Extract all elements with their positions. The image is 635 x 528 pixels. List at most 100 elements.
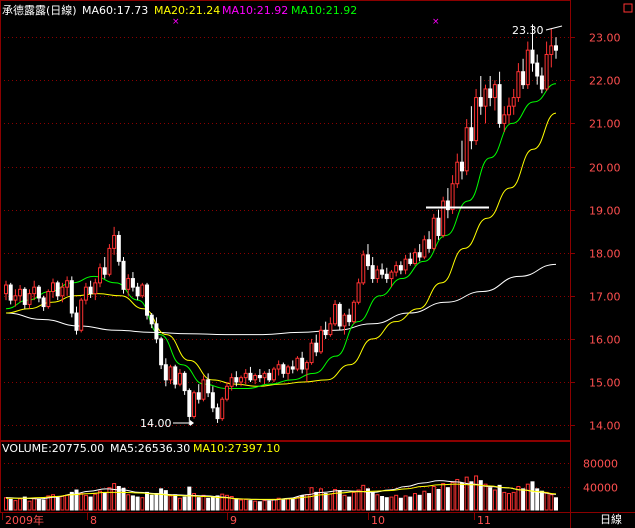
volume-bar xyxy=(262,500,267,511)
vol-ma10-label: MA10:27397.10 xyxy=(193,442,280,455)
candle-body xyxy=(436,217,441,236)
candle-body xyxy=(441,200,446,236)
candle-body xyxy=(455,161,460,185)
candle-body xyxy=(126,278,131,290)
vol-ma5-label: MA5:26536.30 xyxy=(110,442,190,455)
volume-bar xyxy=(488,487,493,511)
candle-body xyxy=(497,84,502,124)
candle-body xyxy=(32,286,37,295)
volume-bar xyxy=(248,500,253,511)
volume-bar xyxy=(60,496,65,511)
volume-bar xyxy=(36,498,41,511)
volume-bar xyxy=(554,497,558,511)
candle-body xyxy=(159,338,164,366)
volume-bar xyxy=(201,494,206,511)
volume-bar xyxy=(361,484,366,511)
volume-bar xyxy=(394,494,399,511)
candle-body xyxy=(257,375,262,379)
candle-body xyxy=(210,392,215,409)
candle-body xyxy=(229,377,234,387)
candle-body xyxy=(422,239,427,258)
volume-bars xyxy=(4,475,558,511)
candle-body xyxy=(511,97,516,107)
volume-bar xyxy=(389,496,394,511)
x-tick-label: 10 xyxy=(371,514,385,527)
volume-bar xyxy=(27,500,32,511)
volume-bar xyxy=(74,489,79,511)
candle-body xyxy=(380,269,385,275)
candle-body xyxy=(276,364,281,370)
candle-body xyxy=(46,290,51,308)
volume-bar xyxy=(102,492,107,511)
candle-body xyxy=(506,105,511,116)
volume-bar xyxy=(502,491,507,511)
volume-bar xyxy=(55,497,60,511)
volume-bar xyxy=(234,498,239,511)
candle-body xyxy=(361,254,366,284)
candle-body xyxy=(539,75,544,90)
volume-bar xyxy=(13,500,18,511)
candle-body xyxy=(295,357,300,370)
volume-bar xyxy=(295,496,300,511)
volume-bar xyxy=(497,484,502,511)
price-frame xyxy=(0,0,571,441)
volume-bar xyxy=(351,491,356,511)
candle-body xyxy=(318,329,323,353)
volume-bar xyxy=(196,497,201,511)
volume-bar xyxy=(398,497,403,511)
candle-body xyxy=(234,377,239,383)
candle-body xyxy=(300,357,305,370)
volume-bar xyxy=(135,496,140,511)
volume-bar xyxy=(417,494,422,511)
candle-body xyxy=(69,280,74,314)
candle-body xyxy=(417,252,422,258)
volume-bar xyxy=(347,496,352,511)
volume-bar xyxy=(323,493,328,511)
candle-body xyxy=(384,273,389,280)
candle-body xyxy=(483,88,488,107)
ma60-line xyxy=(5,263,557,336)
volume-bar xyxy=(464,476,469,511)
candle-body xyxy=(98,267,103,284)
volume-bar xyxy=(206,497,211,511)
volume-bar xyxy=(107,487,112,511)
candle-body xyxy=(389,271,394,280)
candle-body xyxy=(173,366,178,385)
volume-bar xyxy=(539,490,544,511)
candle-body xyxy=(403,258,408,271)
window-box-icon[interactable] xyxy=(623,3,633,13)
candle-body xyxy=(215,407,220,420)
volume-bar xyxy=(384,497,389,511)
candle-body xyxy=(271,368,276,381)
price-tick-label: 18.00 xyxy=(589,248,621,261)
candle-body xyxy=(253,375,258,381)
volume-bar xyxy=(253,500,258,511)
ma10-label-green: MA10:21.92 xyxy=(291,4,357,17)
candle-body xyxy=(314,342,319,353)
candle-body xyxy=(535,62,540,77)
volume-bar xyxy=(121,487,126,511)
candle-body xyxy=(36,286,41,299)
candle-body xyxy=(554,45,558,51)
volume-ma5-line xyxy=(5,480,557,501)
candle-body xyxy=(431,217,436,249)
candle-body xyxy=(243,372,248,379)
volume-bar xyxy=(511,491,516,511)
candle-body xyxy=(351,301,356,323)
price-tick-label: 20.00 xyxy=(589,162,621,175)
candle-body xyxy=(74,312,79,331)
volume-bar xyxy=(506,493,511,511)
candle-body xyxy=(394,265,399,273)
candle-body xyxy=(356,282,361,303)
candle-body xyxy=(286,366,291,374)
ma60-label: MA60:17.73 xyxy=(82,4,148,17)
volume-tick-label: 40000 xyxy=(583,482,618,495)
volume-bar xyxy=(163,490,168,511)
candle-body xyxy=(65,280,70,288)
volume-bar xyxy=(525,483,530,511)
volume-bar xyxy=(267,500,272,511)
volume-bar xyxy=(177,497,182,511)
candle-body xyxy=(4,284,8,295)
candle-body xyxy=(220,398,225,420)
volume-bar xyxy=(93,493,98,511)
